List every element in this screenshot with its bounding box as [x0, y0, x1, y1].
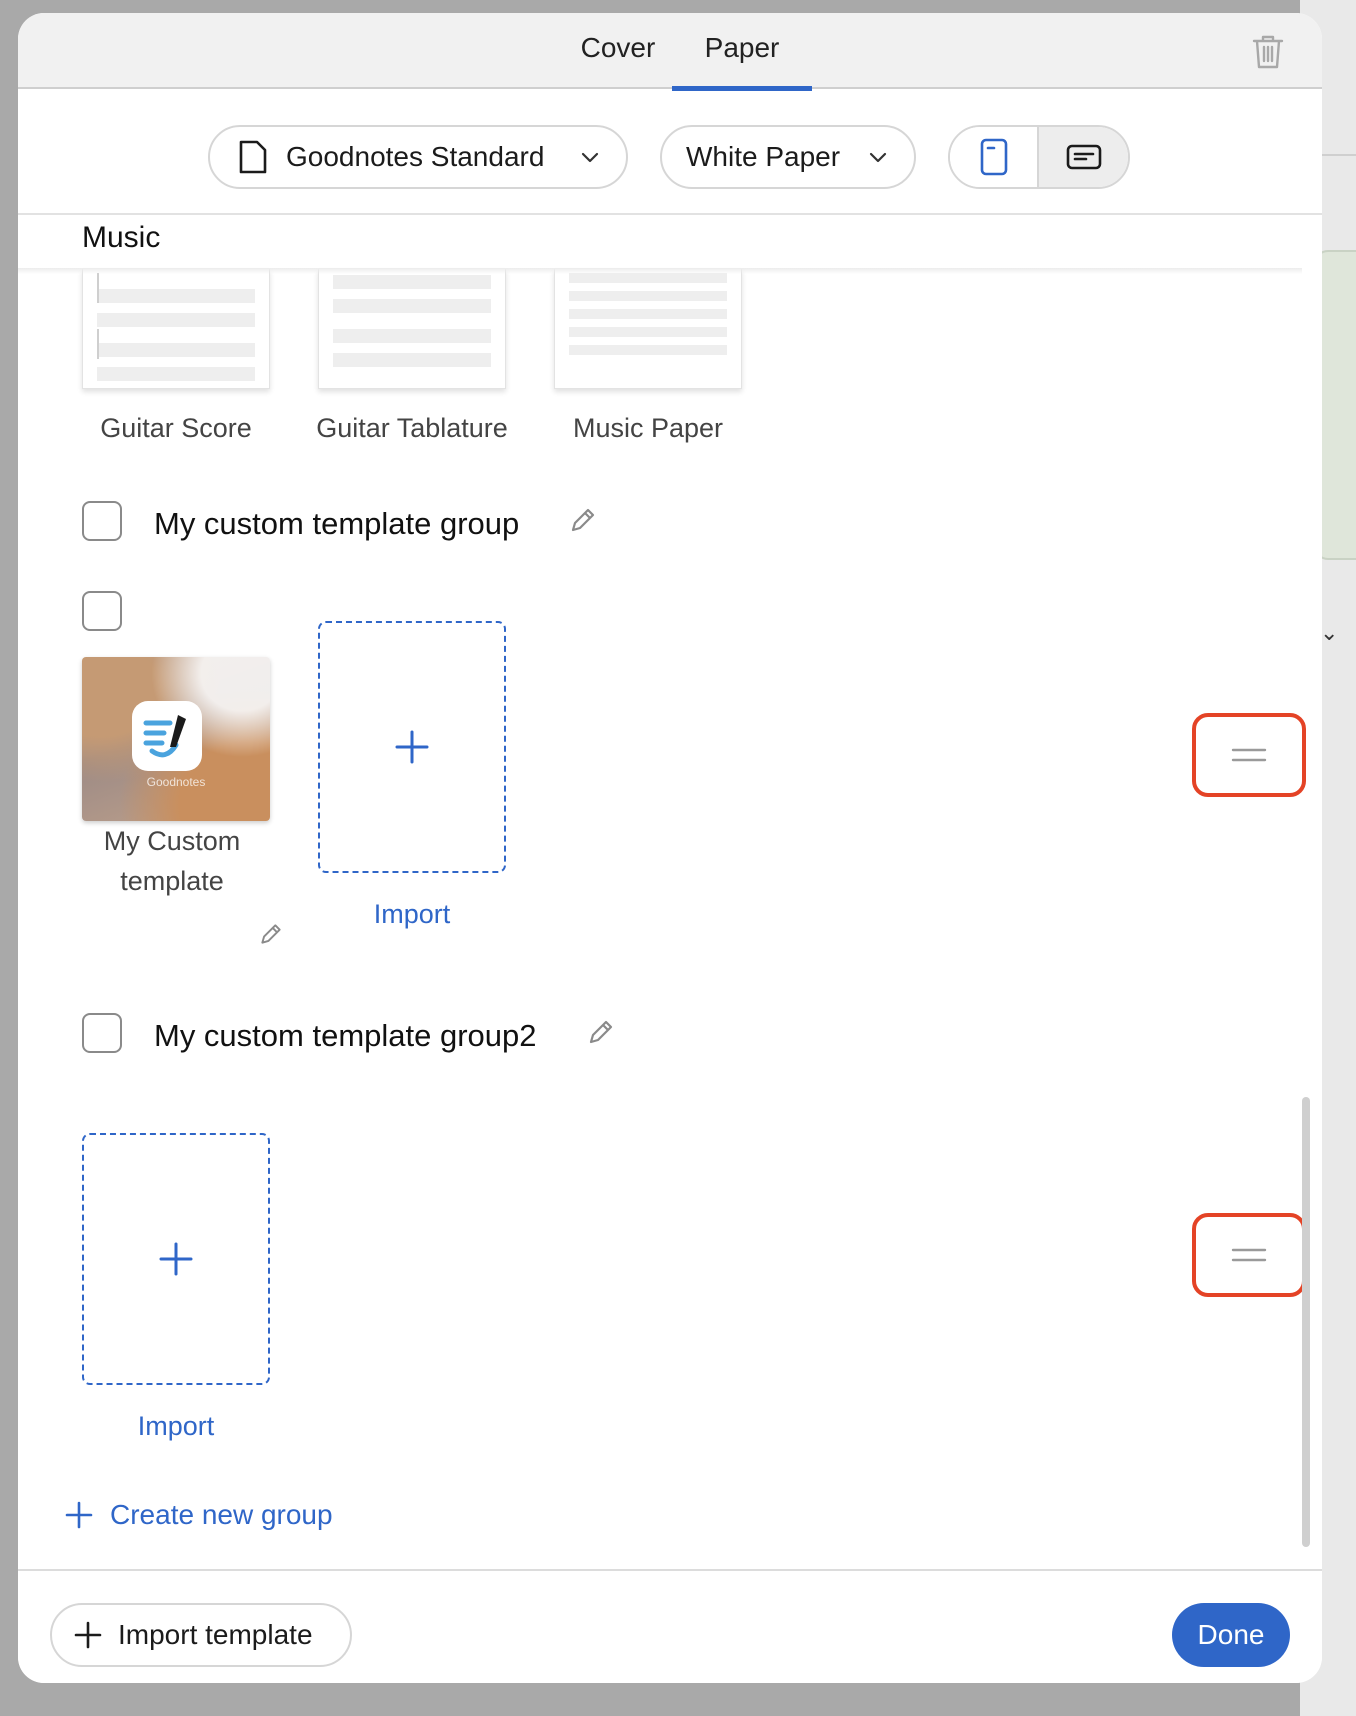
- plus-icon: [65, 1501, 93, 1529]
- tab-paper-label: Paper: [704, 32, 780, 63]
- footer: Import template Done: [18, 1569, 1322, 1683]
- portrait-orientation-button[interactable]: [950, 127, 1040, 187]
- plus-icon: [159, 1242, 193, 1276]
- landscape-page-icon: [1066, 144, 1101, 170]
- music-paper-thumbnail[interactable]: [554, 269, 742, 389]
- template-set-dropdown[interactable]: Goodnotes Standard: [208, 125, 628, 189]
- import-template-slot[interactable]: [82, 1133, 270, 1385]
- chevron-down-icon: [869, 152, 887, 163]
- guitar-score-thumbnail[interactable]: [82, 269, 270, 389]
- tab-paper[interactable]: Paper: [672, 13, 812, 91]
- group-select-checkbox[interactable]: [82, 1013, 122, 1053]
- template-label: Guitar Score: [100, 413, 252, 443]
- template-picker-modal: Cover Paper Goodnotes Standard White Pap…: [18, 13, 1322, 1683]
- template-label: Guitar Tablature: [316, 413, 508, 443]
- import-label[interactable]: Import: [82, 1411, 270, 1442]
- create-new-group-button[interactable]: Create new group: [64, 1499, 333, 1531]
- import-template-label: Import template: [118, 1619, 313, 1650]
- custom-template-label-line2: template: [120, 866, 224, 896]
- create-new-group-label: Create new group: [110, 1499, 333, 1530]
- goodnotes-app-icon: [132, 701, 202, 771]
- import-template-button[interactable]: Import template: [50, 1603, 352, 1667]
- group-title: My custom template group2: [154, 1018, 537, 1053]
- reorder-handle[interactable]: [1192, 1213, 1306, 1297]
- orientation-toggle: [948, 125, 1130, 189]
- plus-icon: [74, 1621, 102, 1649]
- paper-color-dropdown[interactable]: White Paper: [660, 125, 916, 189]
- toolbar: Goodnotes Standard White Paper: [18, 91, 1322, 215]
- custom-template-label-line1: My Custom: [103, 826, 241, 856]
- group-title: My custom template group: [154, 506, 520, 541]
- import-template-slot[interactable]: [318, 621, 506, 873]
- tab-cover[interactable]: Cover: [550, 13, 686, 89]
- landscape-orientation-button[interactable]: [1039, 127, 1128, 187]
- paper-color-label: White Paper: [686, 141, 841, 172]
- template-scroll-area[interactable]: Guitar Score Guitar Tablature Music Pape…: [18, 217, 1322, 1569]
- section-header-music: Music: [82, 221, 161, 254]
- drag-handle-icon: [1231, 1248, 1267, 1262]
- plus-icon: [395, 730, 429, 764]
- custom-template-thumbnail[interactable]: Goodnotes: [82, 657, 270, 821]
- template-set-label: Goodnotes Standard: [286, 141, 545, 172]
- reorder-handle[interactable]: [1192, 713, 1306, 797]
- pencil-edit-icon[interactable]: [586, 1017, 616, 1047]
- header-divider: [18, 268, 1302, 274]
- document-icon: [239, 140, 267, 174]
- done-button[interactable]: Done: [1172, 1603, 1290, 1667]
- background-chevron-icon: ⌄: [1320, 620, 1339, 645]
- tab-bar: Cover Paper: [18, 13, 1322, 91]
- pencil-edit-icon[interactable]: [258, 921, 284, 947]
- guitar-tablature-thumbnail[interactable]: [318, 269, 506, 389]
- brand-watermark: Goodnotes: [146, 775, 206, 789]
- tab-cover-label: Cover: [580, 32, 656, 63]
- group-select-checkbox[interactable]: [82, 501, 122, 541]
- portrait-page-icon: [980, 138, 1007, 176]
- template-label: Music Paper: [572, 413, 724, 443]
- chevron-down-icon: [581, 152, 599, 163]
- template-select-checkbox[interactable]: [82, 591, 122, 631]
- pencil-edit-icon[interactable]: [568, 505, 598, 535]
- scrollbar[interactable]: [1302, 1097, 1310, 1547]
- custom-template-label: My Custom template: [72, 821, 272, 901]
- import-label[interactable]: Import: [318, 899, 506, 930]
- drag-handle-icon: [1231, 748, 1267, 762]
- trash-icon[interactable]: [1250, 33, 1286, 71]
